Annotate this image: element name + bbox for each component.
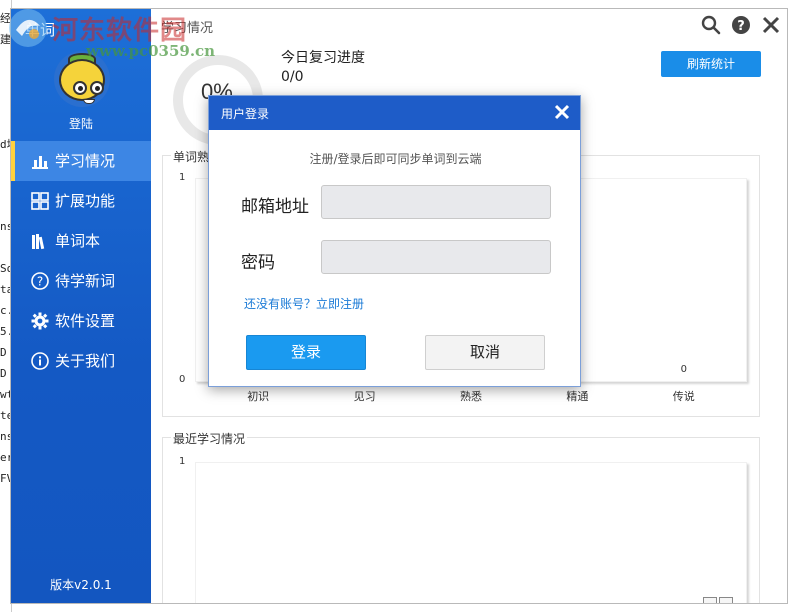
recent-study-panel: 最近学习情况 1 — [162, 430, 760, 603]
sidebar-item-new-words[interactable]: ? 待学新词 — [11, 261, 151, 301]
today-review-value: 0/0 — [281, 69, 304, 85]
avatar-eye-right — [90, 81, 104, 95]
help-icon[interactable]: ? — [731, 15, 751, 35]
recent-y-tick-top: 1 — [179, 456, 186, 467]
question-icon: ? — [31, 272, 49, 290]
category-label: 熟悉 — [460, 390, 482, 403]
info-icon — [31, 352, 49, 370]
sidebar-item-label: 软件设置 — [55, 312, 116, 330]
password-label: 密码 — [241, 253, 275, 273]
avatar-mouth — [83, 99, 95, 104]
sidebar-item-label: 关于我们 — [55, 352, 116, 370]
window-title: 学习情况 — [161, 21, 214, 36]
recent-study-panel-title: 最近学习情况 — [171, 430, 248, 447]
category-label: 见习 — [353, 390, 376, 403]
grid-icon — [31, 192, 49, 210]
register-link[interactable]: 还没有账号？立即注册 — [244, 295, 364, 312]
today-review-title: 今日复习进度 — [281, 50, 365, 66]
email-field[interactable] — [321, 185, 551, 219]
y-tick-top: 1 — [179, 172, 186, 183]
login-dialog-title: 用户登录 — [221, 107, 270, 121]
bar-chart-icon — [32, 156, 48, 169]
sidebar-item-label: 待学新词 — [55, 272, 116, 290]
svg-text:?: ? — [737, 19, 745, 34]
search-icon[interactable] — [701, 15, 721, 35]
login-button[interactable]: 登录 — [246, 335, 366, 370]
refresh-stats-button[interactable]: 刷新统计 — [661, 51, 761, 77]
y-tick-bottom: 0 — [179, 374, 186, 385]
bar-value-label: 0 — [680, 364, 687, 375]
sidebar: 单词 登陆 学习情况 扩展功能 单词本 ? 待学新词 软件设置 关于我们 版本v… — [11, 9, 151, 603]
sidebar-login-link[interactable]: 登陆 — [11, 115, 151, 132]
recent-chart-area — [195, 462, 747, 603]
sidebar-item-extensions[interactable]: 扩展功能 — [11, 181, 151, 221]
category-label: 传说 — [672, 390, 695, 403]
books-icon — [32, 234, 45, 250]
grid-view-icon[interactable] — [719, 597, 733, 603]
list-view-icon[interactable] — [703, 597, 717, 603]
login-dialog: 用户登录 注册/登录后即可同步单词到云端 邮箱地址 密码 还没有账号？立即注册 … — [208, 95, 581, 387]
login-dialog-header: 用户登录 — [209, 96, 580, 130]
category-label: 初识 — [247, 390, 270, 403]
window-controls: ? — [701, 15, 781, 35]
sidebar-item-label: 单词本 — [55, 232, 101, 250]
sidebar-item-wordbook[interactable]: 单词本 — [11, 221, 151, 261]
password-field[interactable] — [321, 240, 551, 274]
gear-icon — [31, 312, 49, 330]
email-label: 邮箱地址 — [241, 197, 309, 217]
sidebar-item-label: 扩展功能 — [55, 192, 116, 210]
category-label: 精通 — [566, 390, 589, 403]
avatar[interactable] — [54, 51, 110, 107]
login-hint: 注册/登录后即可同步单词到云端 — [309, 152, 482, 166]
sidebar-item-study-status[interactable]: 学习情况 — [11, 141, 151, 181]
close-icon[interactable] — [761, 15, 781, 35]
cancel-button[interactable]: 取消 — [425, 335, 545, 370]
app-title: 单词 — [25, 22, 56, 39]
sidebar-item-settings[interactable]: 软件设置 — [11, 301, 151, 341]
sidebar-item-about[interactable]: 关于我们 — [11, 341, 151, 381]
view-toggle-icons[interactable] — [703, 595, 739, 603]
sidebar-item-label: 学习情况 — [55, 152, 116, 170]
svg-text:?: ? — [37, 275, 43, 289]
sidebar-nav: 学习情况 扩展功能 单词本 ? 待学新词 软件设置 关于我们 — [11, 141, 151, 381]
avatar-face — [59, 59, 105, 104]
version-label: 版本v2.0.1 — [50, 578, 112, 592]
avatar-eye-left — [73, 81, 87, 95]
dialog-close-icon[interactable] — [552, 102, 572, 122]
